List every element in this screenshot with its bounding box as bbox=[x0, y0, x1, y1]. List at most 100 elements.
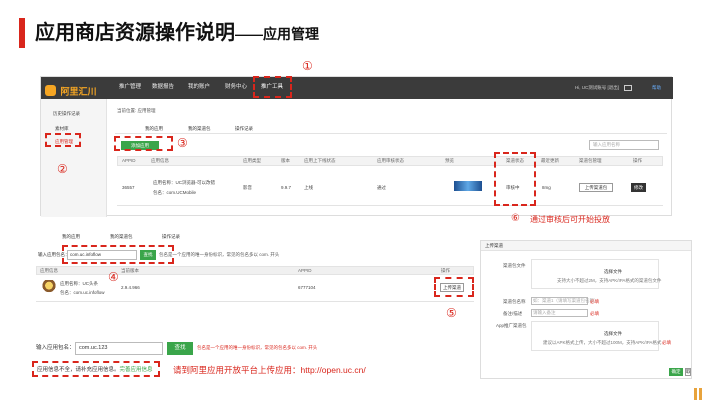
col-version: 版本 bbox=[281, 158, 290, 163]
dialog-header bbox=[481, 241, 691, 251]
dialog-select-file-2[interactable]: 选择文件 bbox=[604, 331, 622, 337]
s2-hint: 包名是一个应用的唯一身份标识，常见的包名多以 com. 开头 bbox=[159, 252, 280, 257]
s2-col-version: 当前版本 bbox=[121, 268, 139, 273]
col-channel-mgmt: 渠道包管理 bbox=[579, 158, 602, 163]
row-version: 9.9.7 bbox=[281, 185, 292, 190]
col-actions: 操作 bbox=[633, 158, 642, 163]
user-info[interactable]: Hi, UC测试账号 [退出] bbox=[575, 85, 619, 91]
corner-mark-right bbox=[699, 388, 702, 400]
col-updated: 最近更新 bbox=[541, 158, 559, 163]
row-app-type: 影音 bbox=[243, 185, 252, 190]
top-nav: 阿里汇川 推广管理 数据报告 我的账户 财务中心 推广工具 Hi, UC测试账号… bbox=[41, 77, 673, 99]
title-sub: 应用管理 bbox=[263, 26, 319, 42]
dialog-dropzone-2[interactable] bbox=[531, 321, 659, 351]
dialog-hint-1: 支持大小不超过2M，支持APK/IPA格式的渠道包文件 bbox=[557, 278, 662, 283]
nav-item-promotion[interactable]: 推广管理 bbox=[119, 84, 141, 91]
dialog-label-app-package: App推广渠道包 bbox=[496, 323, 527, 328]
logo: 阿里汇川 bbox=[45, 82, 97, 97]
s2-version: 2.9.4.966 bbox=[121, 285, 140, 290]
col-audit-status: 应用审核状态 bbox=[377, 158, 404, 163]
row-app-name: 应用名称：UC浏览器-可以改错 bbox=[153, 180, 215, 185]
highlight-app-management bbox=[45, 133, 81, 147]
dialog-label-name: 渠道包名称 bbox=[503, 299, 526, 304]
title-main: 应用商店资源操作说明 bbox=[35, 22, 235, 44]
dialog-ok-button[interactable]: 确定 bbox=[669, 368, 683, 376]
tab-divider bbox=[115, 133, 667, 134]
highlight-upload-button bbox=[434, 277, 474, 297]
row-updated: 8mg bbox=[542, 185, 551, 190]
nav-item-account[interactable]: 我的账户 bbox=[188, 84, 210, 91]
row-divider bbox=[117, 205, 663, 206]
dialog-label-remark: 备注/描述 bbox=[503, 311, 523, 316]
dialog-label-package-file: 渠道包文件 bbox=[503, 263, 526, 268]
col-appid: APPID bbox=[122, 158, 136, 163]
logo-text: 阿里汇川 bbox=[60, 86, 97, 97]
upload-channel-button[interactable]: 上传渠道包 bbox=[579, 183, 613, 192]
s3-label: 输入应用包名： bbox=[36, 345, 75, 351]
s3-search-button[interactable]: 查找 bbox=[167, 342, 193, 355]
s3-package-input[interactable]: com.uc.123 bbox=[75, 342, 163, 355]
s2-app-name: 应用名称：UC头条 bbox=[60, 281, 98, 286]
callout-4: ④ bbox=[108, 270, 119, 284]
help-link[interactable]: 帮助 bbox=[652, 85, 661, 91]
s2-tab-operation-log[interactable]: 操作记录 bbox=[162, 234, 180, 240]
s2-appid: 6777104 bbox=[298, 285, 316, 290]
callout-6: ⑥ bbox=[511, 213, 520, 224]
corner-mark-left bbox=[694, 388, 697, 400]
dialog-name-input[interactable]: 如：渠道1（请填写渠道包名称） bbox=[531, 297, 599, 305]
sidebar: 历史操作记录 素材库 应用管理 bbox=[41, 99, 107, 217]
highlight-notice bbox=[32, 361, 160, 377]
callout-6-text: 通过审核后可开始投放 bbox=[530, 215, 610, 224]
s2-col-app-info: 应用信息 bbox=[40, 268, 58, 273]
s2-col-appid: APPID bbox=[298, 268, 312, 273]
nav-item-reports[interactable]: 数据报告 bbox=[152, 84, 174, 91]
col-app-type: 应用类型 bbox=[243, 158, 261, 163]
row-audit: 通过 bbox=[377, 185, 386, 190]
s2-app-package: 包名：com.uc.infoflow bbox=[60, 290, 105, 295]
s2-table-header bbox=[36, 266, 474, 275]
upload-dialog: 上传渠道 渠道包文件 选择文件 支持大小不超过2M，支持APK/IPA格式的渠道… bbox=[480, 240, 692, 379]
s3-hint: 包名是一个应用的唯一身份标识，常见的包名多以 com. 开头 bbox=[197, 345, 318, 350]
mail-icon[interactable] bbox=[624, 85, 632, 91]
callout-1: ① bbox=[302, 59, 313, 73]
s2-col-actions: 操作 bbox=[441, 268, 450, 273]
col-app-info: 应用信息 bbox=[151, 158, 169, 163]
s2-tab-channel-packages[interactable]: 我的渠道包 bbox=[110, 234, 133, 240]
highlight-channel-status bbox=[494, 152, 536, 206]
col-preview: 预览 bbox=[445, 158, 454, 163]
dialog-cancel-button[interactable]: 取消 bbox=[685, 368, 691, 376]
callout-2: ② bbox=[57, 162, 68, 176]
s3-instruction: 请到阿里应用开放平台上传应用：http://open.uc.cn/ bbox=[173, 365, 366, 375]
callout-3: ③ bbox=[177, 136, 188, 150]
col-online-status: 应用上下线状态 bbox=[304, 158, 336, 163]
dialog-select-file-1[interactable]: 选择文件 bbox=[604, 269, 622, 275]
logo-icon bbox=[45, 85, 56, 97]
breadcrumb: 当前位置: 应用管理 bbox=[117, 108, 156, 113]
sidebar-item-history[interactable]: 历史操作记录 bbox=[53, 111, 80, 117]
nav-item-finance[interactable]: 财务中心 bbox=[225, 84, 247, 91]
row-app-package: 包名：com.UCMobile bbox=[153, 190, 197, 195]
callout-5: ⑤ bbox=[446, 306, 457, 320]
tab-channel-packages[interactable]: 我的渠道包 bbox=[188, 126, 211, 132]
dialog-required-3: 必填 bbox=[662, 340, 671, 345]
tab-operation-log[interactable]: 操作记录 bbox=[235, 126, 253, 132]
highlight-add-app bbox=[114, 136, 173, 151]
tab-my-apps[interactable]: 我的应用 bbox=[145, 126, 163, 132]
dialog-required-1: 必填 bbox=[590, 299, 599, 304]
highlight-tools bbox=[253, 76, 292, 98]
dialog-hint-2: 建议以APK格式上传，大小不超过100M，支持APK/IPA格式 bbox=[543, 340, 662, 345]
title-dash: —— bbox=[235, 26, 263, 42]
s2-row-divider bbox=[36, 301, 474, 302]
s2-tab-my-apps[interactable]: 我的应用 bbox=[62, 234, 80, 240]
dialog-dropzone-1[interactable] bbox=[531, 259, 659, 289]
dialog-title: 上传渠道 bbox=[485, 243, 503, 248]
edit-button[interactable]: 修改 bbox=[631, 183, 646, 192]
sidebar-item-materials[interactable]: 素材库 bbox=[55, 126, 69, 132]
dialog-remark-input[interactable]: 请输入备注 bbox=[531, 309, 588, 317]
row-online: 上线 bbox=[304, 185, 313, 190]
preview-thumbnail[interactable] bbox=[454, 181, 482, 191]
title-bar bbox=[19, 18, 25, 48]
dialog-required-2: 必填 bbox=[590, 311, 599, 316]
app-search-input[interactable]: 输入应用名称 bbox=[589, 140, 659, 150]
slide-title: 应用商店资源操作说明——应用管理 bbox=[35, 20, 319, 48]
